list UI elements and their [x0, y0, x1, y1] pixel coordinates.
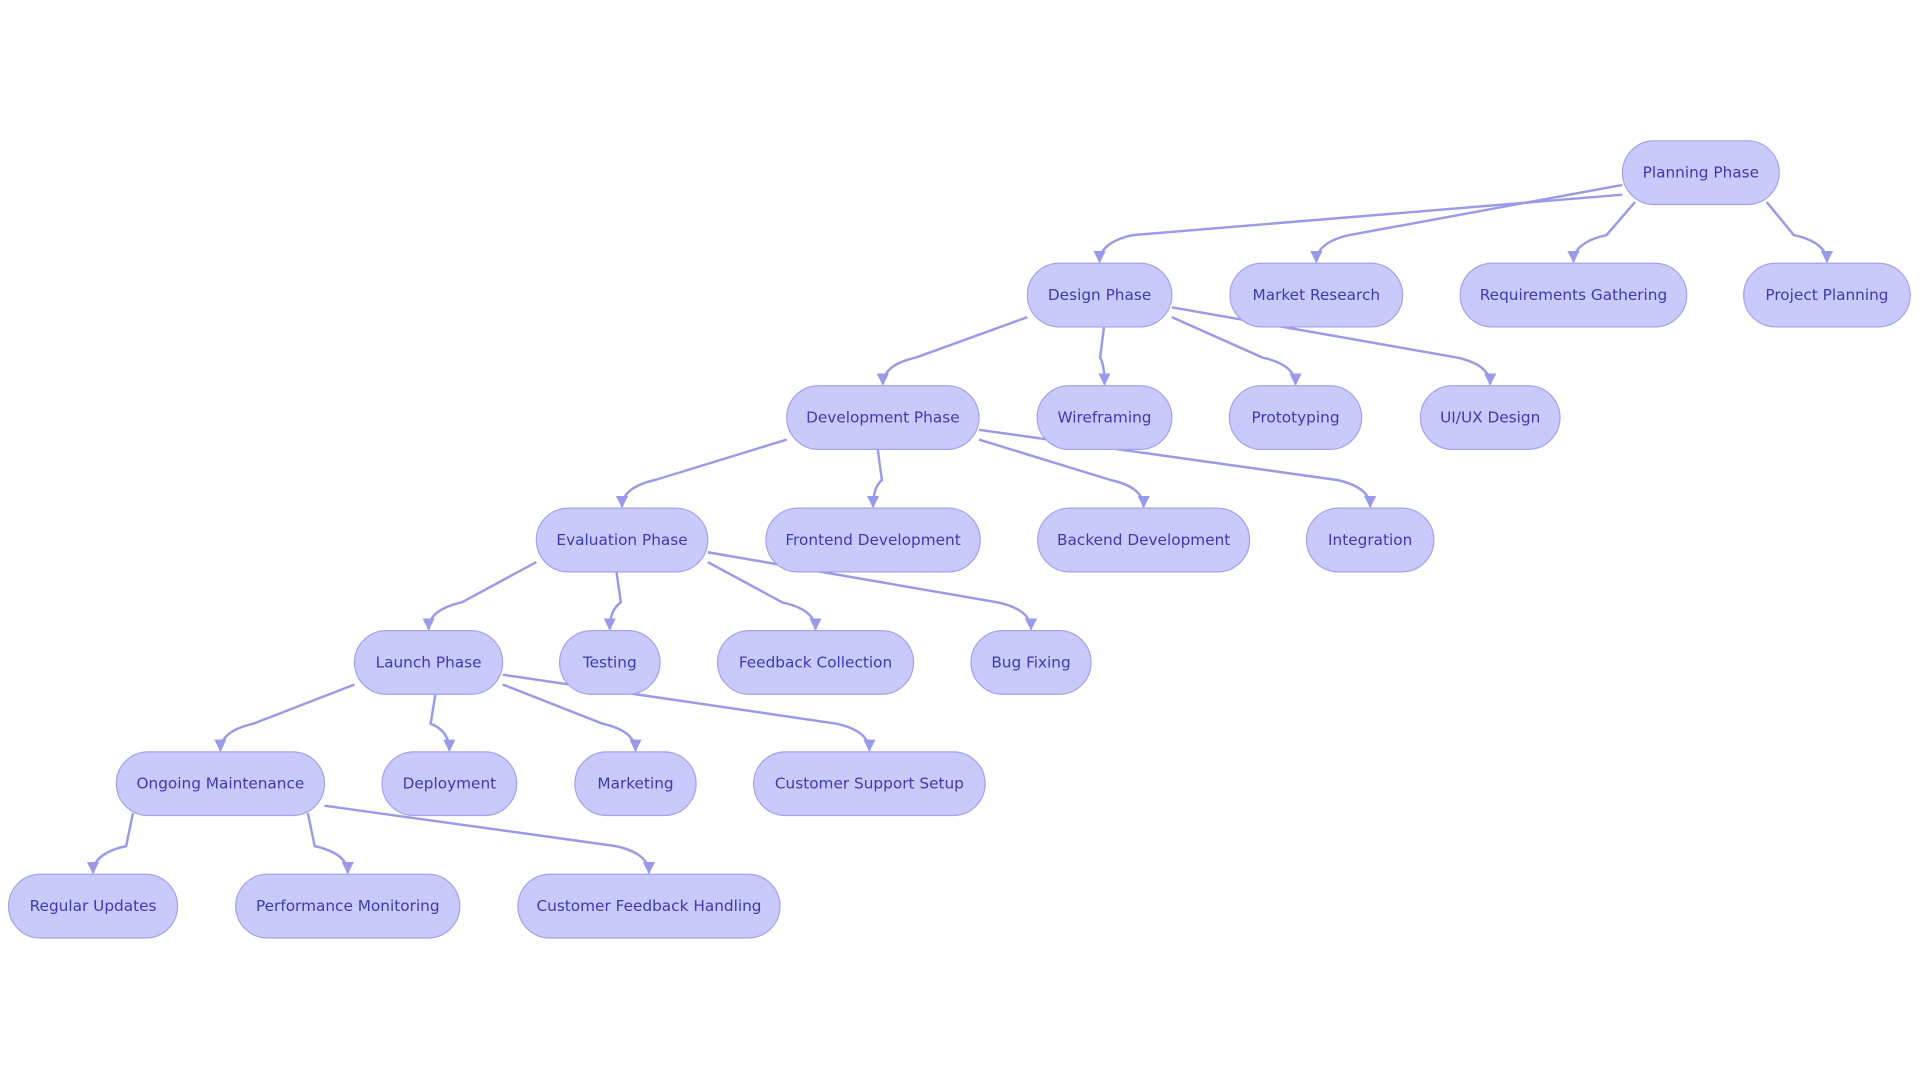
node-deployment[interactable]: Deployment [381, 751, 518, 817]
node-maintenance[interactable]: Ongoing Maintenance [115, 751, 326, 817]
node-label: Project Planning [1765, 286, 1888, 304]
node-label: Backend Development [1057, 531, 1230, 549]
edge-planning-to-design [1093, 193, 1623, 264]
node-integration[interactable]: Integration [1305, 507, 1435, 573]
node-design[interactable]: Design Phase [1026, 262, 1173, 328]
node-development[interactable]: Development Phase [786, 385, 980, 450]
node-feedback[interactable]: Feedback Collection [716, 630, 915, 695]
node-label: Marketing [597, 775, 673, 793]
node-label: Requirements Gathering [1480, 286, 1667, 304]
node-label: Wireframing [1057, 409, 1151, 427]
node-label: Evaluation Phase [556, 531, 687, 549]
edge-design-to-development [876, 315, 1028, 386]
edge-planning-to-requirements [1567, 201, 1636, 264]
node-label: Performance Monitoring [256, 897, 440, 915]
node-requirements[interactable]: Requirements Gathering [1459, 262, 1688, 328]
node-marketing[interactable]: Marketing [574, 751, 697, 817]
edge-evaluation-to-launch [422, 560, 537, 631]
node-label: Feedback Collection [739, 653, 892, 671]
node-label: Integration [1328, 531, 1412, 549]
node-label: Design Phase [1048, 286, 1151, 304]
node-perf[interactable]: Performance Monitoring [235, 873, 461, 939]
node-label: UI/UX Design [1440, 409, 1540, 427]
flowchart-diagram: Planning Phase Design Phase Market Researc… [7, 140, 1911, 939]
edge-launch-to-deployment [429, 694, 456, 752]
node-backend[interactable]: Backend Development [1037, 507, 1251, 573]
edge-design-to-wireframing [1098, 326, 1111, 386]
node-label: Launch Phase [376, 653, 482, 671]
node-label: Market Research [1253, 286, 1381, 304]
node-label: Planning Phase [1643, 164, 1759, 182]
node-label: Testing [582, 653, 637, 671]
node-label: Regular Updates [30, 897, 157, 915]
edge-maintenance-to-updates [86, 812, 135, 875]
node-label: Ongoing Maintenance [136, 775, 304, 793]
node-label: Prototyping [1251, 409, 1339, 427]
edge-planning-to-projplan [1765, 201, 1834, 264]
node-launch[interactable]: Launch Phase [353, 630, 504, 695]
node-wireframing[interactable]: Wireframing [1036, 385, 1173, 450]
node-projplan[interactable]: Project Planning [1743, 262, 1911, 328]
edge-development-to-frontend [866, 449, 884, 509]
edge-development-to-evaluation [615, 438, 788, 509]
node-planning[interactable]: Planning Phase [1621, 140, 1780, 206]
edge-maintenance-to-perf [306, 812, 354, 875]
nodes-layer: Planning Phase Design Phase Market Researc… [7, 140, 1911, 939]
node-frontend[interactable]: Frontend Development [765, 507, 981, 573]
node-label: Customer Support Setup [775, 775, 964, 793]
node-market[interactable]: Market Research [1229, 262, 1404, 328]
node-label: Deployment [403, 775, 497, 793]
node-testing[interactable]: Testing [558, 630, 661, 695]
node-custfeedback[interactable]: Customer Feedback Handling [517, 873, 781, 939]
node-support[interactable]: Customer Support Setup [753, 751, 986, 817]
node-label: Development Phase [806, 409, 960, 427]
node-uiux[interactable]: UI/UX Design [1419, 385, 1561, 450]
node-updates[interactable]: Regular Updates [7, 873, 179, 939]
node-label: Bug Fixing [991, 653, 1070, 671]
node-label: Frontend Development [785, 531, 960, 549]
node-prototyping[interactable]: Prototyping [1228, 385, 1363, 450]
node-bugfix[interactable]: Bug Fixing [970, 630, 1092, 695]
node-evaluation[interactable]: Evaluation Phase [535, 507, 709, 573]
edge-launch-to-maintenance [214, 683, 355, 752]
edge-evaluation-to-testing [603, 571, 623, 631]
node-label: Customer Feedback Handling [536, 897, 761, 915]
